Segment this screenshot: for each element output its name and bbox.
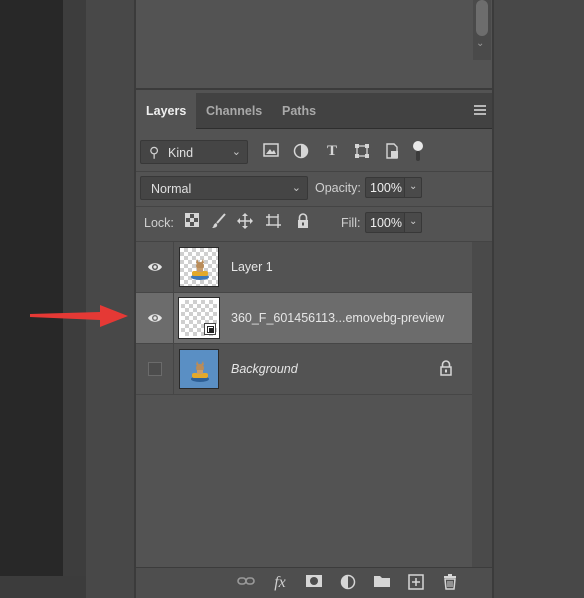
- lock-icon[interactable]: [439, 360, 453, 376]
- lock-label: Lock:: [144, 216, 174, 230]
- chevron-down-icon: ⌄: [409, 216, 418, 227]
- layers-panel: Layers Channels Paths ⚲ Kind ⌄ T Normal …: [136, 93, 492, 598]
- new-layer-icon[interactable]: [406, 574, 426, 594]
- fx-icon[interactable]: fx: [270, 574, 290, 594]
- smart-object-filter-icon[interactable]: [383, 143, 401, 161]
- upper-panel: [136, 0, 492, 90]
- lock-all-icon[interactable]: [294, 213, 312, 231]
- layer-row-background[interactable]: Background: [136, 344, 472, 395]
- blend-mode-value: Normal: [151, 182, 192, 196]
- lock-image-pixels-icon[interactable]: [210, 213, 228, 231]
- lock-position-icon[interactable]: [236, 213, 254, 231]
- search-icon: ⚲: [149, 144, 160, 160]
- fx-label: fx: [274, 574, 286, 591]
- add-mask-icon[interactable]: [304, 574, 324, 594]
- filter-kind-select[interactable]: ⚲ Kind ⌄: [140, 140, 248, 164]
- panel-menu-icon[interactable]: [474, 105, 486, 115]
- filter-kind-label: Kind: [168, 146, 194, 160]
- opacity-label: Opacity:: [315, 181, 361, 195]
- layer-name[interactable]: Background: [231, 362, 298, 376]
- shape-filter-icon[interactable]: [353, 143, 371, 161]
- layers-scrollbar[interactable]: [472, 242, 492, 567]
- layer-name[interactable]: 360_F_601456113...emovebg-preview: [231, 311, 444, 325]
- scroll-down-chevron-icon[interactable]: ⌄: [476, 38, 484, 49]
- panel-dock-gap: [86, 0, 134, 598]
- smart-object-badge-icon: [204, 323, 216, 335]
- type-filter-icon[interactable]: T: [323, 143, 341, 161]
- canvas-side-strip: [63, 0, 86, 576]
- opacity-dropdown[interactable]: ⌄: [404, 177, 422, 198]
- canvas-area-bottom-strip: [0, 576, 86, 598]
- dog-art-thumbnail-icon: [191, 361, 209, 382]
- delete-layer-icon[interactable]: [440, 574, 460, 594]
- eye-icon[interactable]: [147, 311, 163, 325]
- divider: [136, 206, 492, 207]
- layer-thumbnail: [178, 297, 220, 339]
- lock-artboard-icon[interactable]: [264, 213, 282, 231]
- new-group-icon[interactable]: [372, 574, 392, 594]
- image-filter-icon[interactable]: [262, 143, 280, 161]
- fill-label: Fill:: [341, 216, 361, 230]
- upper-panel-scroll-thumb[interactable]: [476, 0, 488, 36]
- filter-toggle[interactable]: [413, 141, 423, 163]
- layer-row-smart-object[interactable]: 360_F_601456113...emovebg-preview: [136, 293, 472, 344]
- opacity-value: 100%: [370, 181, 402, 195]
- right-dock-divider: [492, 0, 494, 598]
- fill-dropdown[interactable]: ⌄: [404, 212, 422, 233]
- layer-name[interactable]: Layer 1: [231, 260, 273, 274]
- visibility-cell[interactable]: [136, 242, 174, 293]
- divider: [136, 171, 492, 172]
- chevron-down-icon: ⌄: [291, 182, 301, 194]
- canvas-area-left: [0, 0, 63, 598]
- opacity-field[interactable]: 100% ⌄: [365, 177, 422, 198]
- adjustment-filter-icon[interactable]: [292, 143, 310, 161]
- adjustment-layer-icon[interactable]: [338, 574, 358, 594]
- chevron-down-icon: ⌄: [231, 146, 241, 158]
- visibility-off-box[interactable]: [148, 362, 162, 376]
- link-layers-icon[interactable]: [236, 574, 256, 594]
- dog-art-thumbnail-icon: [191, 259, 209, 280]
- tab-channels[interactable]: Channels: [196, 93, 272, 129]
- layer-thumbnail: [179, 247, 219, 287]
- layers-bottom-toolbar: fx: [136, 567, 492, 598]
- tab-layers[interactable]: Layers: [136, 93, 197, 129]
- layer-thumbnail: [179, 349, 219, 389]
- eye-icon[interactable]: [147, 260, 163, 274]
- right-dock-gap: [492, 0, 584, 598]
- visibility-cell[interactable]: [136, 344, 174, 395]
- blend-mode-select[interactable]: Normal ⌄: [140, 176, 308, 200]
- fill-value: 100%: [370, 216, 402, 230]
- lock-transparent-pixels-icon[interactable]: [183, 213, 201, 231]
- layers-list: Layer 1 360_F_601456113...emovebg-previe…: [136, 242, 472, 544]
- panel-tab-bar: Layers Channels Paths: [136, 93, 492, 129]
- layer-row-layer-1[interactable]: Layer 1: [136, 242, 472, 293]
- chevron-down-icon: ⌄: [409, 181, 418, 192]
- visibility-cell[interactable]: [136, 293, 174, 344]
- annotation-arrow-icon: [30, 305, 128, 327]
- fill-field[interactable]: 100% ⌄: [365, 212, 422, 233]
- tab-paths[interactable]: Paths: [272, 93, 326, 129]
